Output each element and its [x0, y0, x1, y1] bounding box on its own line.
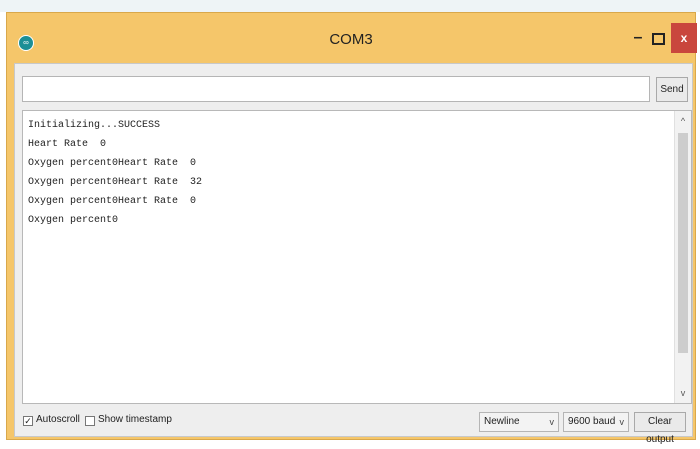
client-area: Send Initializing...SUCCESS Heart Rate 0 O… [14, 63, 693, 445]
vertical-scrollbar[interactable]: ^ v [674, 111, 691, 403]
output-line: Oxygen percent0Heart Rate 0 [28, 196, 197, 207]
top-strip [0, 0, 700, 12]
bottom-toolbar: ✓ Autoscroll Show timestamp Newline v 96… [15, 408, 692, 445]
maximize-button[interactable] [652, 33, 665, 45]
clear-output-button[interactable]: Clear output [634, 412, 686, 445]
chevron-down-icon: v [619, 417, 625, 427]
scroll-up-icon[interactable]: ^ [675, 113, 691, 129]
send-button[interactable]: Send [656, 77, 688, 102]
minimize-button[interactable]: – [630, 29, 646, 47]
scroll-thumb[interactable] [678, 133, 688, 353]
serial-monitor-window: ∞ COM3 – x Send Initializing...SUCCESS He… [6, 12, 697, 445]
autoscroll-label: Autoscroll [36, 414, 80, 425]
output-text: Initializing...SUCCESS Heart Rate 0 Oxygen… [28, 116, 671, 230]
serial-output-area[interactable]: Initializing...SUCCESS Heart Rate 0 Oxygen… [22, 110, 692, 404]
output-line: Oxygen percent0Heart Rate 0 [28, 158, 197, 169]
baud-rate-value: 9600 baud [568, 416, 616, 427]
baud-rate-select[interactable]: 9600 baud v [563, 412, 629, 432]
chevron-down-icon: v [549, 417, 555, 427]
output-line: Heart Rate 0 [28, 139, 107, 150]
line-ending-select[interactable]: Newline v [479, 412, 559, 432]
timestamp-checkbox[interactable] [85, 416, 95, 426]
window-title: COM3 [329, 31, 373, 48]
output-line: Oxygen percent0 [28, 215, 119, 226]
autoscroll-checkbox[interactable]: ✓ [23, 416, 33, 426]
timestamp-label: Show timestamp [98, 414, 172, 425]
title-bar[interactable]: ∞ COM3 – x [7, 13, 697, 63]
output-line: Initializing...SUCCESS [28, 120, 161, 131]
output-line: Oxygen percent0Heart Rate 32 [28, 177, 203, 188]
line-ending-value: Newline [484, 416, 520, 427]
close-button[interactable]: x [671, 23, 697, 53]
scroll-down-icon[interactable]: v [675, 385, 691, 401]
serial-input-field[interactable] [22, 76, 650, 102]
